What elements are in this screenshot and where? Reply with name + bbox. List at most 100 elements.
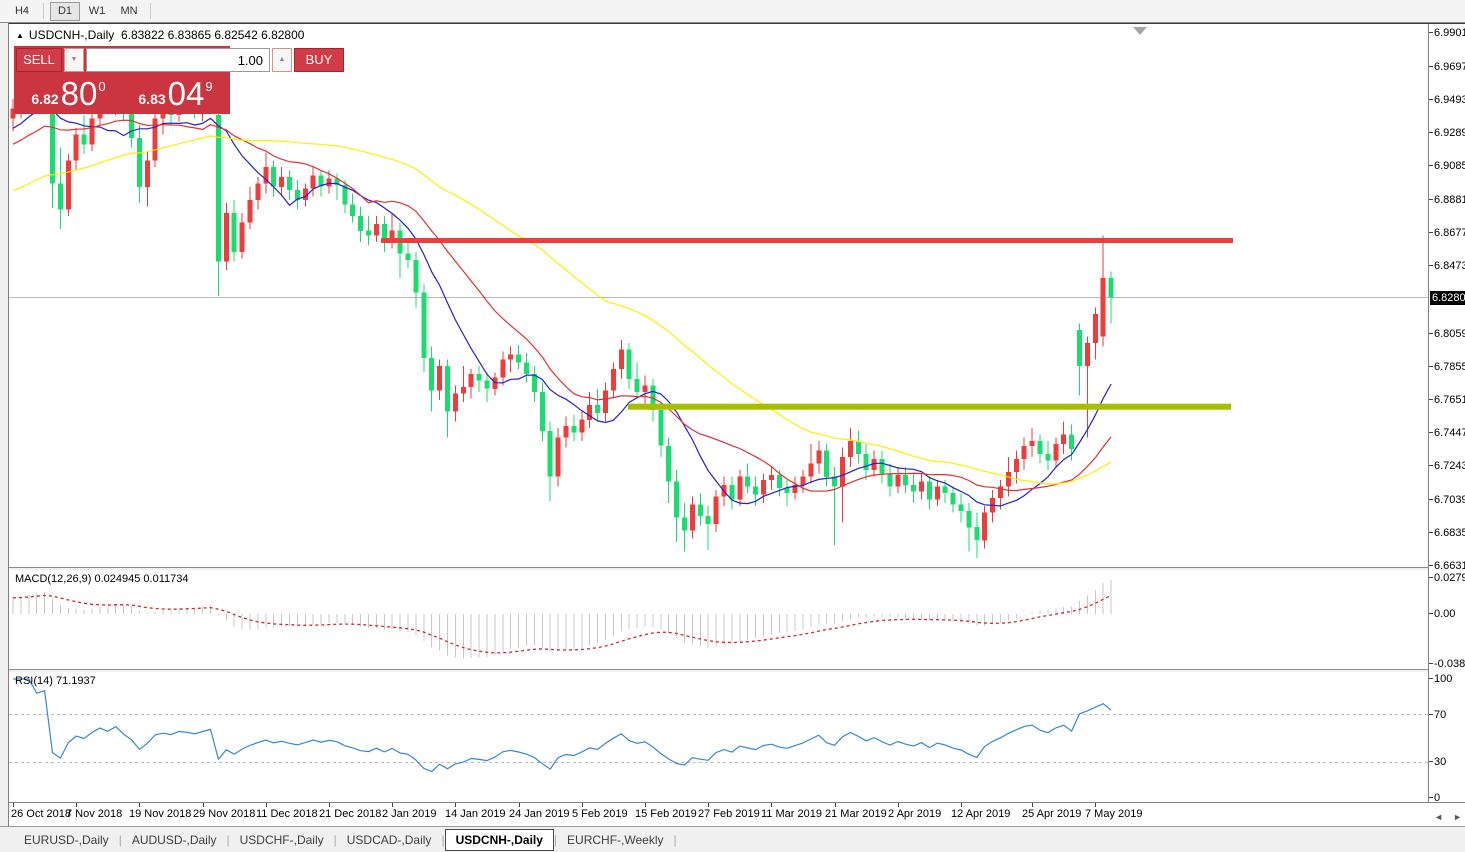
chart-ohlc-values: 6.83822 6.83865 6.82542 6.82800 bbox=[121, 28, 305, 42]
price-axis-label: 6.74470 bbox=[1434, 427, 1465, 439]
axis-tick bbox=[1429, 366, 1433, 367]
date-tick bbox=[203, 803, 204, 807]
toolbar-separator bbox=[150, 3, 151, 19]
collapse-icon[interactable]: ▲ bbox=[16, 31, 24, 40]
date-tick bbox=[708, 803, 709, 807]
sell-price-prefix: 6.82 bbox=[31, 91, 58, 107]
price-axis-label: 6.72430 bbox=[1434, 460, 1465, 472]
price-axis-label: 6.84730 bbox=[1434, 260, 1465, 272]
price-axis-label: 6.66310 bbox=[1434, 560, 1465, 572]
timeframe-button-w1[interactable]: W1 bbox=[82, 2, 112, 21]
tab-scroll-buttons: ◄ ► bbox=[1434, 812, 1462, 822]
chart-shift-marker-icon[interactable] bbox=[1133, 27, 1147, 35]
chart-tab-bar: EURUSD-,Daily|AUDUSD-,Daily|USDCHF-,Dail… bbox=[0, 826, 1465, 852]
date-label: 26 Oct 2018 bbox=[11, 808, 71, 820]
chart-title: ▲ USDCNH-,Daily 6.83822 6.83865 6.82542 6… bbox=[16, 28, 304, 42]
macd-axis-label: -0.038874 bbox=[1434, 658, 1465, 670]
price-axis-label: 6.96970 bbox=[1434, 61, 1465, 73]
axis-tick bbox=[1429, 613, 1433, 614]
price-axis-label: 6.80590 bbox=[1434, 328, 1465, 340]
scroll-left-icon[interactable]: ◄ bbox=[1434, 812, 1443, 822]
buy-price-prefix: 6.83 bbox=[138, 91, 165, 107]
chart-tab-eurusd-daily[interactable]: EURUSD-,Daily bbox=[14, 830, 119, 850]
date-label: 2 Apr 2019 bbox=[888, 808, 941, 820]
timeframe-button-h4[interactable]: H4 bbox=[7, 2, 37, 21]
rsi-chart-svg[interactable] bbox=[9, 673, 1428, 802]
axis-tick bbox=[1429, 714, 1433, 715]
macd-axis-label: 0.00 bbox=[1434, 608, 1455, 620]
volume-input[interactable] bbox=[86, 48, 270, 72]
axis-tick bbox=[1429, 499, 1433, 500]
price-axis-label: 6.70390 bbox=[1434, 494, 1465, 506]
axis-tick bbox=[1429, 165, 1433, 166]
date-tick bbox=[392, 803, 393, 807]
axis-tick bbox=[1429, 132, 1433, 133]
date-label: 14 Jan 2019 bbox=[445, 808, 506, 820]
date-tick bbox=[519, 803, 520, 807]
chart-symbol-period: USDCNH-,Daily bbox=[29, 28, 114, 42]
date-label: 24 Jan 2019 bbox=[509, 808, 570, 820]
sell-price-pip-digit: 0 bbox=[98, 79, 105, 94]
buy-price-pip-digit: 9 bbox=[205, 79, 212, 94]
rsi-axis-label: 70 bbox=[1434, 709, 1446, 721]
axis-tick bbox=[1429, 465, 1433, 466]
chart-tab-usdchf-daily[interactable]: USDCHF-,Daily bbox=[230, 830, 334, 850]
date-tick bbox=[455, 803, 456, 807]
macd-chart-svg[interactable] bbox=[9, 571, 1428, 669]
date-label: 29 Nov 2018 bbox=[193, 808, 255, 820]
time-axis[interactable]: ◄ ► 26 Oct 20187 Nov 201819 Nov 201829 N… bbox=[9, 802, 1465, 827]
date-tick bbox=[1095, 803, 1096, 807]
price-axis[interactable]: 6.990106.969706.949306.928906.908506.888… bbox=[1428, 24, 1465, 802]
axis-tick bbox=[1429, 663, 1433, 664]
buy-button[interactable]: BUY bbox=[294, 48, 344, 72]
rsi-label: RSI(14) 71.1937 bbox=[15, 675, 96, 687]
date-label: 25 Apr 2019 bbox=[1022, 808, 1081, 820]
macd-indicator-pane[interactable]: MACD(12,26,9) 0.024945 0.011734 bbox=[9, 571, 1428, 669]
date-label: 19 Nov 2018 bbox=[129, 808, 191, 820]
price-axis-label: 6.76510 bbox=[1434, 394, 1465, 406]
one-click-trading-panel: SELL ▼ ▲ BUY 6.82 80 0 6.83 04 9 bbox=[14, 46, 230, 114]
rsi-indicator-pane[interactable]: RSI(14) 71.1937 bbox=[9, 673, 1428, 802]
axis-tick bbox=[1429, 66, 1433, 67]
macd-axis-label: 0.027984 bbox=[1434, 572, 1465, 584]
sell-button[interactable]: SELL bbox=[16, 48, 62, 72]
date-label: 7 May 2019 bbox=[1085, 808, 1142, 820]
buy-quote-button[interactable]: 6.83 04 9 bbox=[123, 74, 228, 112]
volume-increase-button[interactable]: ▲ bbox=[272, 48, 292, 72]
chart-tab-usdcnh-daily[interactable]: USDCNH-,Daily bbox=[445, 829, 554, 851]
sell-price-big-digits: 80 bbox=[61, 77, 98, 110]
price-axis-label: 6.86770 bbox=[1434, 227, 1465, 239]
axis-tick bbox=[1429, 333, 1433, 334]
date-tick bbox=[1032, 803, 1033, 807]
date-label: 5 Feb 2019 bbox=[572, 808, 628, 820]
chart-tab-eurchf-weekly[interactable]: EURCHF-,Weekly bbox=[557, 830, 673, 850]
axis-tick bbox=[1429, 577, 1433, 578]
chart-tab-audusd-daily[interactable]: AUDUSD-,Daily bbox=[122, 830, 227, 850]
axis-tick bbox=[1429, 265, 1433, 266]
buy-price-big-digits: 04 bbox=[168, 77, 205, 110]
date-tick bbox=[329, 803, 330, 807]
main-chart-pane[interactable]: ▲ USDCNH-,Daily 6.83822 6.83865 6.82542 6… bbox=[9, 24, 1428, 567]
scroll-right-icon[interactable]: ► bbox=[1453, 812, 1462, 822]
rsi-axis-label: 100 bbox=[1434, 673, 1452, 685]
chart-tab-usdcad-daily[interactable]: USDCAD-,Daily bbox=[337, 830, 442, 850]
axis-tick bbox=[1429, 797, 1433, 798]
price-axis-label: 6.90850 bbox=[1434, 160, 1465, 172]
toolbar-separator bbox=[43, 3, 44, 19]
date-label: 11 Mar 2019 bbox=[761, 808, 822, 820]
axis-tick bbox=[1429, 32, 1433, 33]
date-label: 12 Apr 2019 bbox=[951, 808, 1010, 820]
date-label: 21 Mar 2019 bbox=[825, 808, 887, 820]
tab-separator: | bbox=[674, 833, 677, 847]
timeframe-button-mn[interactable]: MN bbox=[114, 2, 144, 21]
date-tick bbox=[835, 803, 836, 807]
axis-tick bbox=[1429, 432, 1433, 433]
sell-quote-button[interactable]: 6.82 80 0 bbox=[16, 74, 121, 112]
price-axis-label: 6.78550 bbox=[1434, 361, 1465, 373]
price-axis-label: 6.94930 bbox=[1434, 94, 1465, 106]
volume-decrease-button[interactable]: ▼ bbox=[64, 48, 84, 72]
timeframe-button-d1[interactable]: D1 bbox=[50, 2, 80, 21]
axis-tick bbox=[1429, 99, 1433, 100]
timeframe-toolbar: H4 D1W1MN bbox=[0, 0, 1465, 23]
price-axis-label: 6.68350 bbox=[1434, 527, 1465, 539]
